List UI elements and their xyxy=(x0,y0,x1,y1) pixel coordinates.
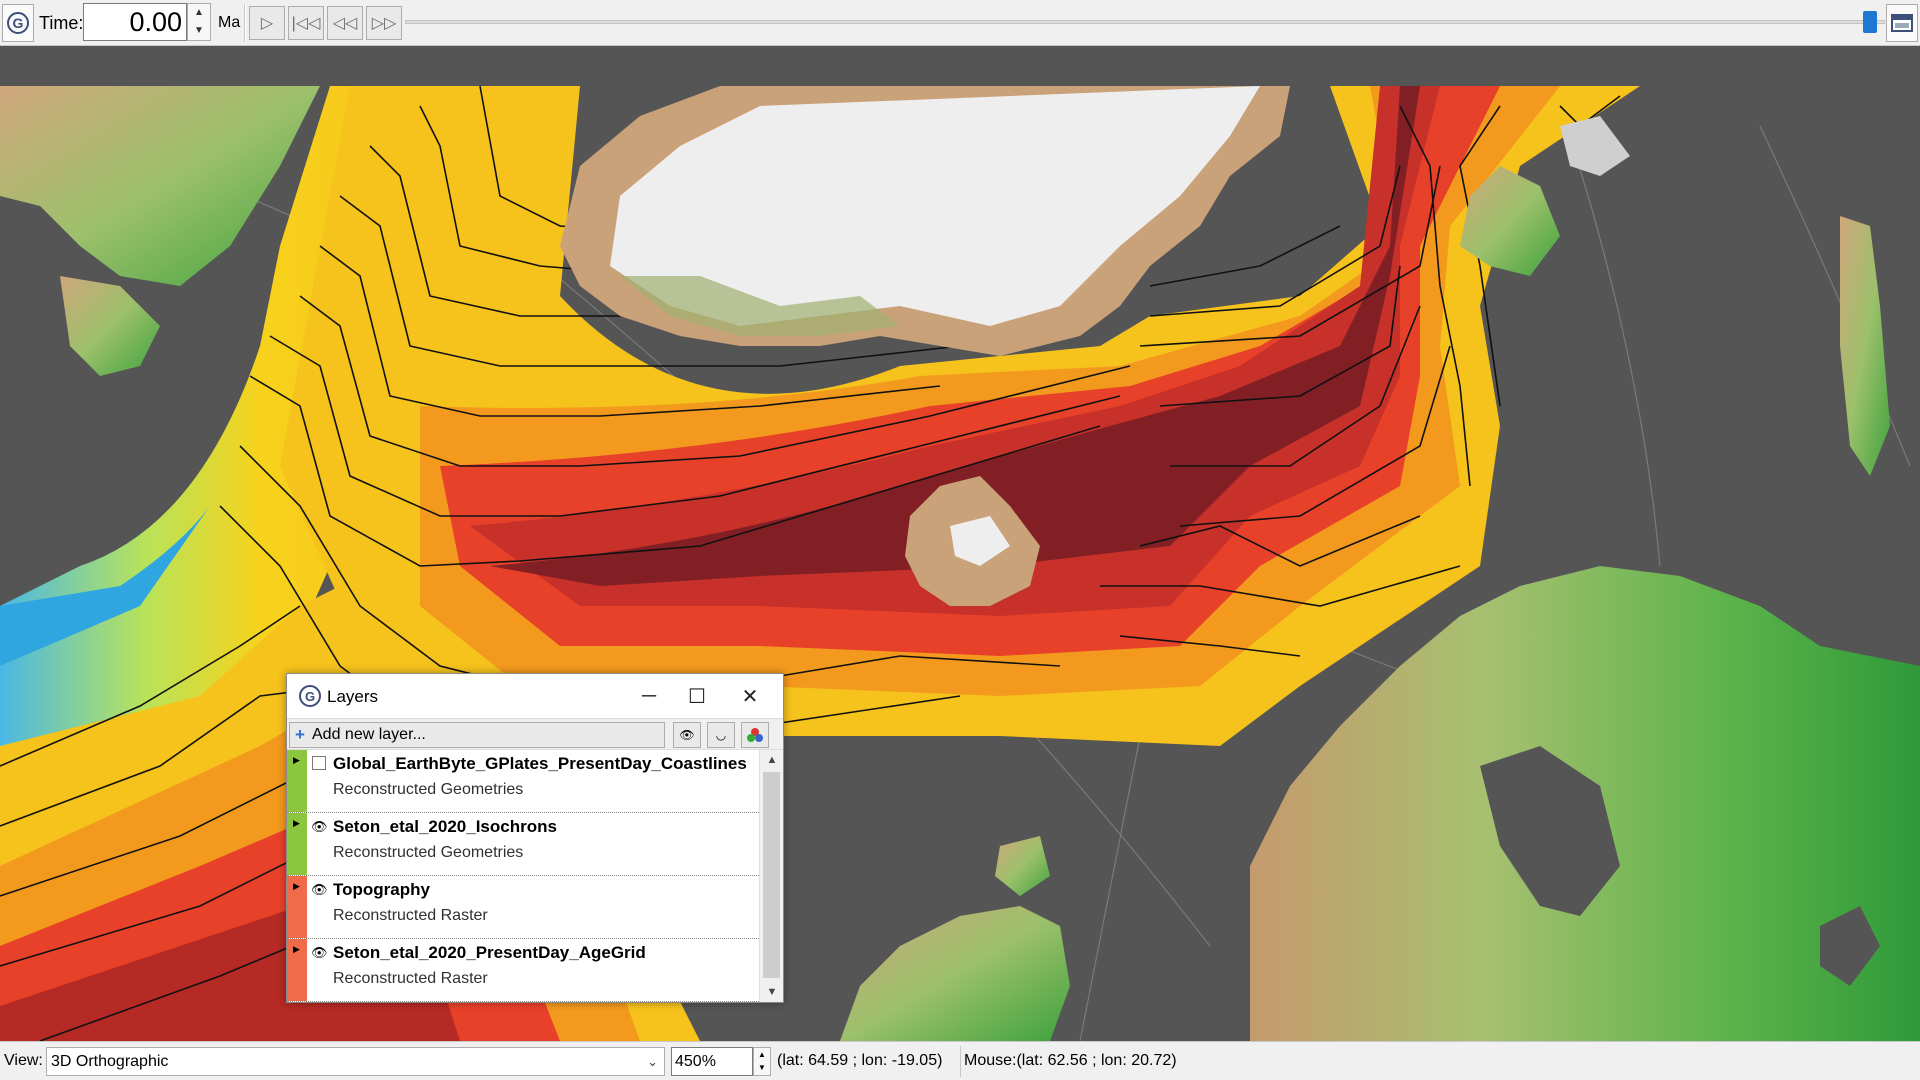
reset-to-start-icon: |◁◁ xyxy=(291,15,321,32)
time-input[interactable]: 0.00 xyxy=(83,3,187,41)
expand-arrow-icon[interactable]: ▶ xyxy=(293,881,300,892)
layers-dialog-titlebar[interactable]: G Layers ─ ☐ ✕ xyxy=(287,674,783,718)
gplates-logo-icon: G xyxy=(7,12,29,34)
chevron-down-icon: ⌄ xyxy=(647,1054,658,1069)
reset-to-start-button[interactable]: |◁◁ xyxy=(288,6,324,40)
baffin-landmass xyxy=(0,86,320,286)
layer-row[interactable]: ▶ 👁 Seton_etal_2020_PresentDay_AgeGrid R… xyxy=(287,939,759,1002)
layer-type: Reconstructed Geometries xyxy=(333,781,524,798)
time-spinner[interactable]: ▲ ▼ xyxy=(187,3,211,41)
status-bar: View: 3D Orthographic ⌄ 450% ▲ ▼ (lat: 64… xyxy=(0,1041,1920,1080)
window-layout-button[interactable] xyxy=(1886,4,1918,42)
time-unit-label: Ma xyxy=(218,14,241,31)
layer-visible-eye-icon[interactable]: 👁 xyxy=(311,945,328,961)
layers-scrollbar[interactable]: ▲ ▼ xyxy=(759,750,783,1002)
maximize-button[interactable]: ☐ xyxy=(677,680,717,712)
step-back-icon: ◁◁ xyxy=(332,15,358,32)
time-toolbar: G Time: 0.00 ▲ ▼ Ma ▷ |◁◁ ◁◁ ▷▷ xyxy=(0,0,1920,46)
hide-all-layers-button[interactable]: ◡ xyxy=(707,722,735,748)
layer-name: Global_EarthByte_GPlates_PresentDay_Coas… xyxy=(333,754,747,773)
layers-dialog-title: Layers xyxy=(327,687,379,706)
layer-type: Reconstructed Geometries xyxy=(333,844,524,861)
step-back-button[interactable]: ◁◁ xyxy=(327,6,363,40)
layer-type: Reconstructed Raster xyxy=(333,907,488,924)
scroll-down-icon[interactable]: ▼ xyxy=(760,982,784,1002)
scrollbar-thumb[interactable] xyxy=(763,772,780,978)
gplates-logo-icon: G xyxy=(299,685,321,707)
window-layout-icon xyxy=(1891,14,1913,32)
spin-up-icon[interactable]: ▲ xyxy=(188,4,210,22)
toolbar-separator xyxy=(244,4,246,42)
layer-row[interactable]: ▶ 👁 Seton_etal_2020_Isochrons Reconstruc… xyxy=(287,813,759,876)
layer-colouring-button[interactable] xyxy=(741,722,769,748)
play-button[interactable]: ▷ xyxy=(249,6,285,40)
time-label: Time: xyxy=(39,13,84,33)
minimize-icon: ─ xyxy=(641,684,657,707)
eye-closed-icon: ◡ xyxy=(715,728,727,742)
time-slider-handle[interactable] xyxy=(1863,11,1877,33)
view-projection-value: 3D Orthographic xyxy=(51,1053,169,1070)
expand-arrow-icon[interactable]: ▶ xyxy=(293,818,300,829)
layers-toolbar: + Add new layer... 👁 ◡ xyxy=(287,718,783,750)
minimize-button[interactable]: ─ xyxy=(629,680,669,712)
layer-visible-eye-icon[interactable]: 👁 xyxy=(311,882,328,898)
colour-balls-icon xyxy=(747,728,763,742)
layer-row[interactable]: ▶ Global_EarthByte_GPlates_PresentDay_Co… xyxy=(287,750,759,813)
play-icon: ▷ xyxy=(260,15,274,32)
layer-row[interactable]: ▶ 👁 Topography Reconstructed Raster xyxy=(287,876,759,939)
close-button[interactable]: ✕ xyxy=(730,680,770,712)
british-isles-landmass xyxy=(840,906,1070,1041)
scroll-up-icon[interactable]: ▲ xyxy=(760,750,784,770)
add-new-layer-button[interactable]: + Add new layer... xyxy=(289,722,665,748)
step-forward-button[interactable]: ▷▷ xyxy=(366,6,402,40)
mouse-coordinates: Mouse:(lat: 62.56 ; lon: 20.72) xyxy=(964,1052,1177,1069)
status-divider xyxy=(960,1046,961,1077)
camera-coordinates: (lat: 64.59 ; lon: -19.05) xyxy=(777,1052,943,1069)
show-all-layers-button[interactable]: 👁 xyxy=(673,722,701,748)
expand-arrow-icon[interactable]: ▶ xyxy=(293,755,300,766)
novaya-zemlya-landmass xyxy=(1840,216,1890,476)
close-icon: ✕ xyxy=(741,685,759,708)
gplates-logo-button[interactable]: G xyxy=(2,4,34,42)
plus-icon: + xyxy=(295,725,305,744)
expand-arrow-icon[interactable]: ▶ xyxy=(293,944,300,955)
layers-list: ▶ Global_EarthByte_GPlates_PresentDay_Co… xyxy=(287,750,759,1002)
zoom-spinner[interactable]: ▲ ▼ xyxy=(753,1047,771,1076)
layer-name: Topography xyxy=(333,880,430,899)
spin-down-icon[interactable]: ▼ xyxy=(188,22,210,40)
time-slider-track[interactable] xyxy=(405,20,1885,24)
maximize-icon: ☐ xyxy=(688,685,706,708)
layer-visibility-checkbox[interactable] xyxy=(312,756,326,770)
layer-name: Seton_etal_2020_PresentDay_AgeGrid xyxy=(333,943,646,962)
view-label: View: xyxy=(4,1052,43,1069)
eye-icon: 👁 xyxy=(679,728,695,742)
zoom-input[interactable]: 450% xyxy=(671,1047,753,1076)
layer-type: Reconstructed Raster xyxy=(333,970,488,987)
view-projection-select[interactable]: 3D Orthographic ⌄ xyxy=(46,1047,665,1076)
layer-visible-eye-icon[interactable]: 👁 xyxy=(311,819,328,835)
add-new-layer-label: Add new layer... xyxy=(312,726,426,743)
layers-dialog: G Layers ─ ☐ ✕ + Add new layer... 👁 ◡ ▶ … xyxy=(286,673,784,1003)
step-forward-icon: ▷▷ xyxy=(371,15,397,32)
layer-name: Seton_etal_2020_Isochrons xyxy=(333,817,557,836)
